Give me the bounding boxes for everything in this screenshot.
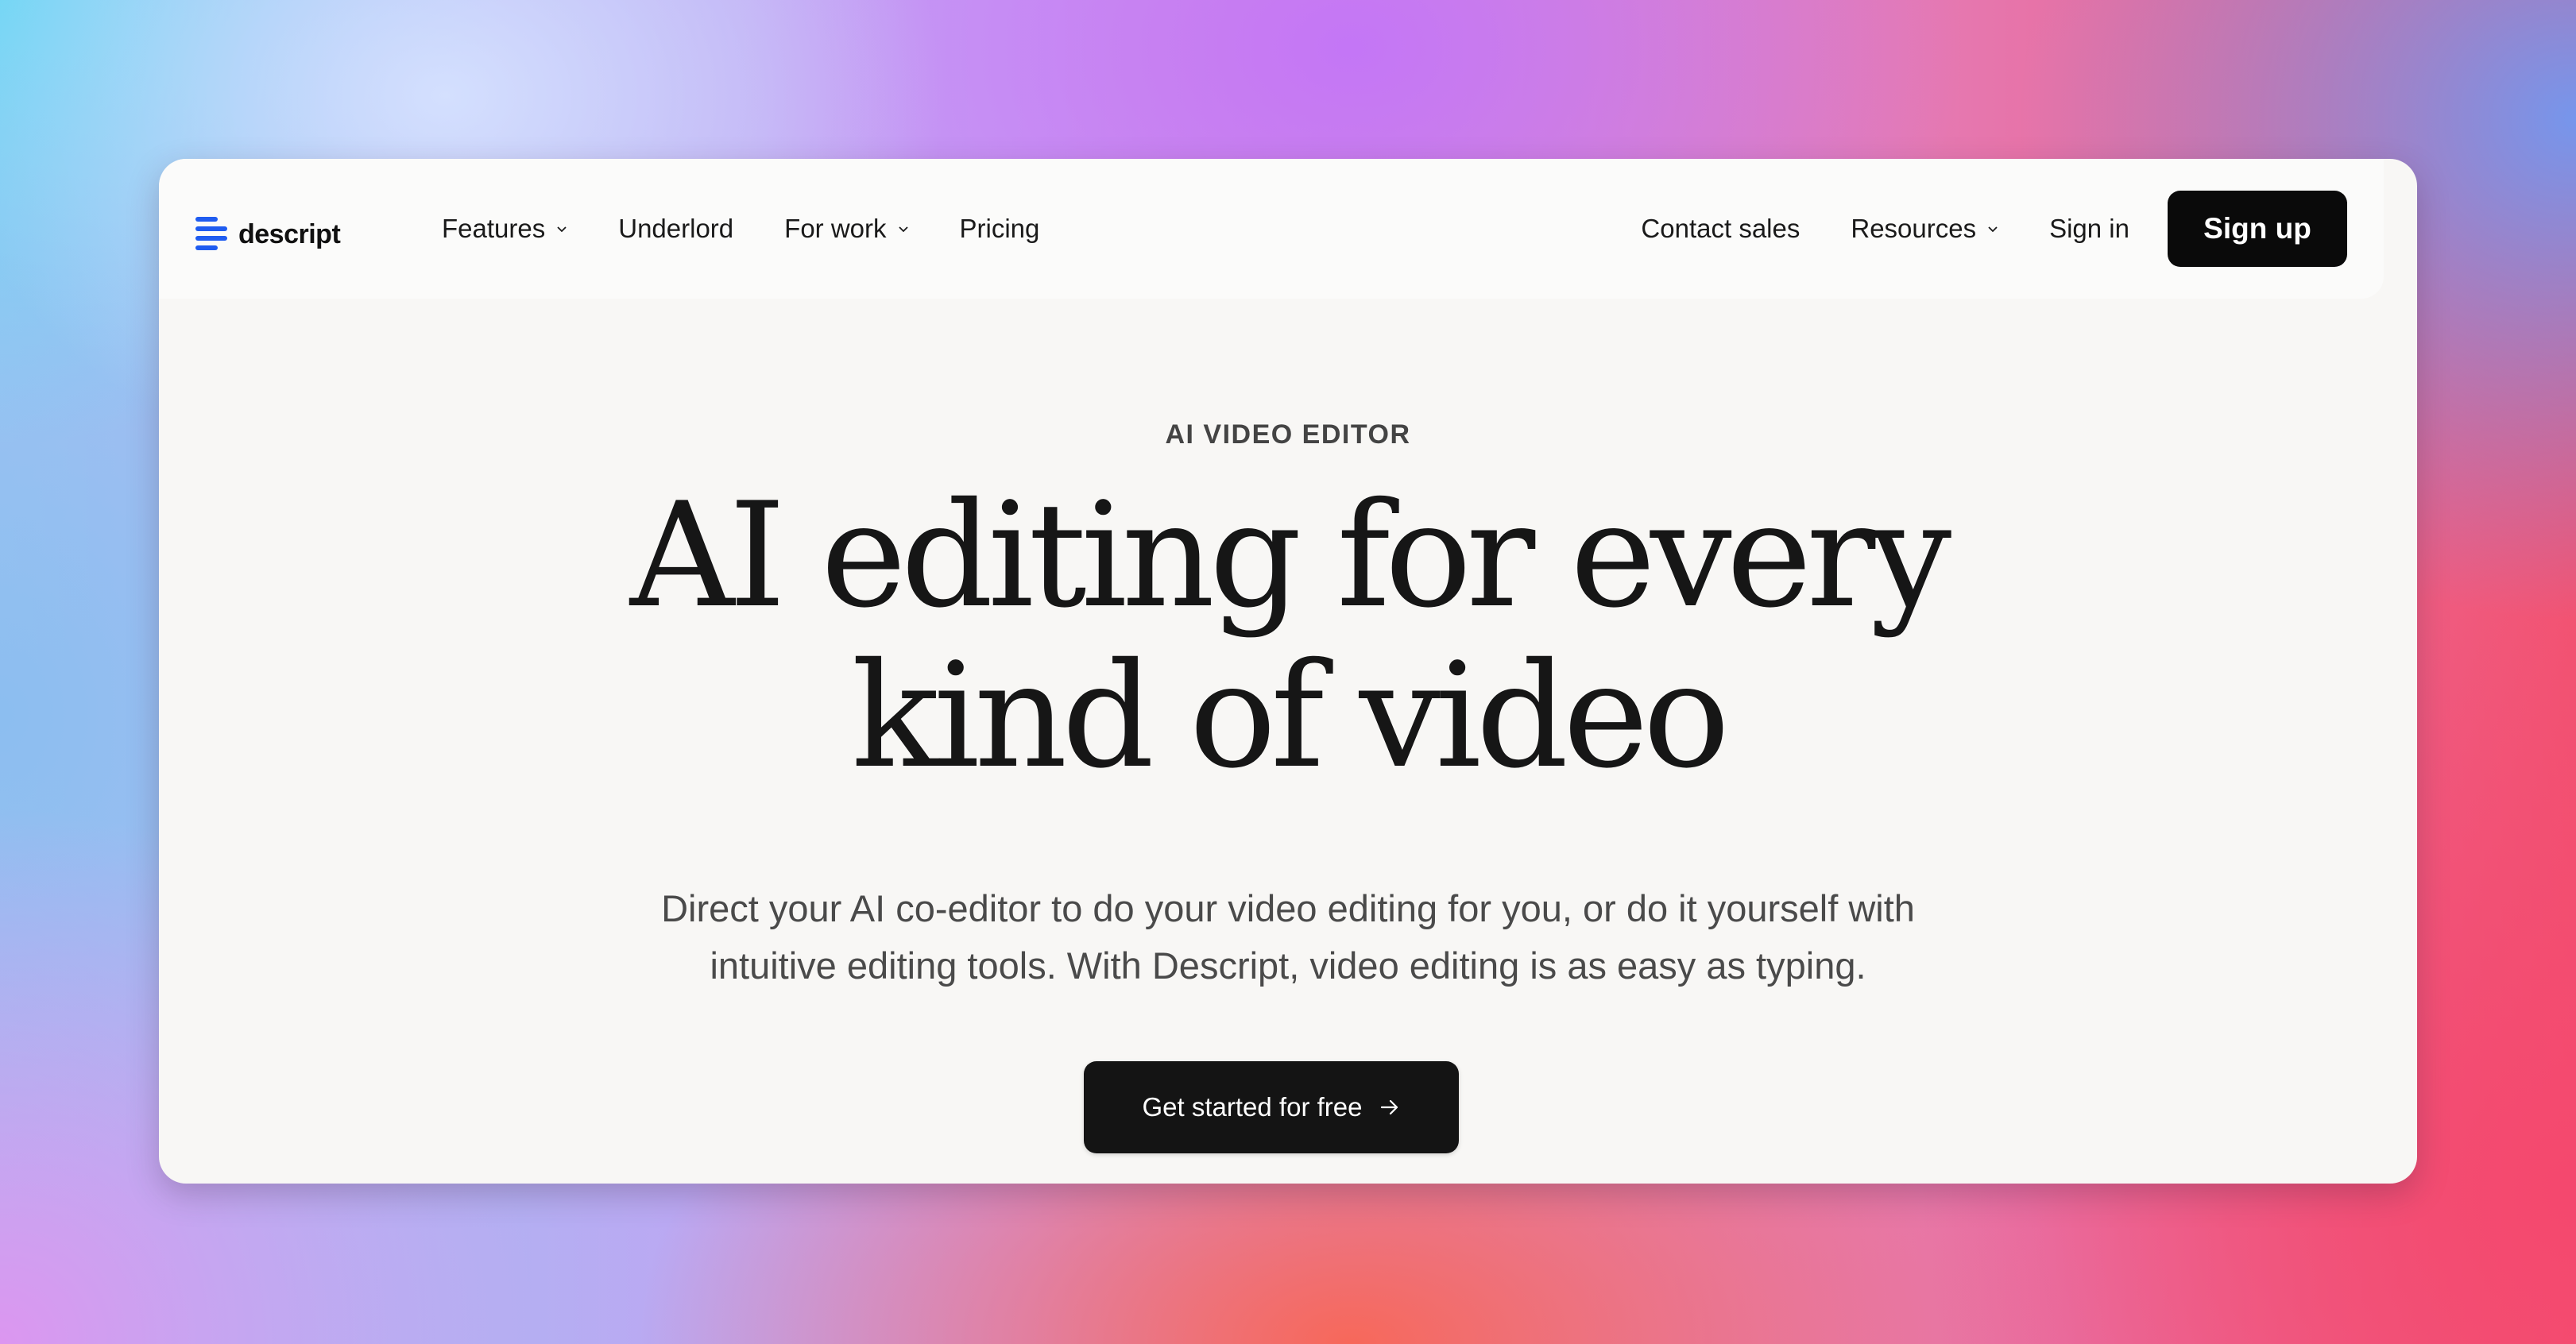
nav-contact-sales-link[interactable]: Contact sales [1641, 214, 1800, 244]
hero-headline: AI editing for every kind of video [159, 475, 2417, 796]
nav-item-label: Contact sales [1641, 214, 1800, 243]
arrow-right-icon [1381, 1099, 1398, 1115]
nav-sign-in-link[interactable]: Sign in [2049, 214, 2129, 244]
hero-eyebrow: AI VIDEO EDITOR [1165, 419, 1411, 450]
top-navigation: descript Features Underlord For work Pri… [159, 159, 2384, 299]
nav-item-label: Pricing [959, 214, 1040, 243]
subtext-line-2: intuitive editing tools. With Descript, … [710, 944, 1866, 987]
nav-features-menu[interactable]: Features [442, 214, 567, 244]
headline-line-1: AI editing for every [629, 471, 1951, 639]
sign-up-button[interactable]: Sign up [2168, 191, 2347, 267]
nav-underlord-link[interactable]: Underlord [618, 214, 733, 244]
cta-label: Get started for free [1142, 1092, 1363, 1122]
descript-logo[interactable]: descript [195, 216, 341, 253]
nav-item-label: Underlord [618, 214, 734, 243]
headline-line-2: kind of video [851, 631, 1731, 800]
browser-card: descript Features Underlord For work Pri… [159, 159, 2417, 1184]
nav-item-label: Resources [1851, 214, 1977, 243]
hero-subtext: Direct your AI co-editor to do your vide… [159, 880, 2417, 994]
nav-item-label: Features [442, 214, 546, 243]
nav-item-label: Sign in [2049, 214, 2129, 243]
nav-for-work-menu[interactable]: For work [784, 214, 908, 244]
nav-primary-links: Features Underlord For work Pricing [442, 159, 1090, 299]
descript-logo-icon [195, 217, 227, 252]
chevron-down-icon [1988, 226, 1998, 233]
nav-secondary-links: Contact sales Resources Sign in Sign up [1590, 159, 2347, 299]
subtext-line-1: Direct your AI co-editor to do your vide… [661, 887, 1915, 929]
chevron-down-icon [898, 226, 908, 233]
nav-resources-menu[interactable]: Resources [1851, 214, 1998, 244]
logo-wordmark: descript [238, 218, 341, 249]
get-started-button[interactable]: Get started for free [1084, 1061, 1459, 1153]
chevron-down-icon [557, 226, 567, 233]
nav-item-label: For work [784, 214, 887, 243]
nav-pricing-link[interactable]: Pricing [960, 214, 1040, 244]
